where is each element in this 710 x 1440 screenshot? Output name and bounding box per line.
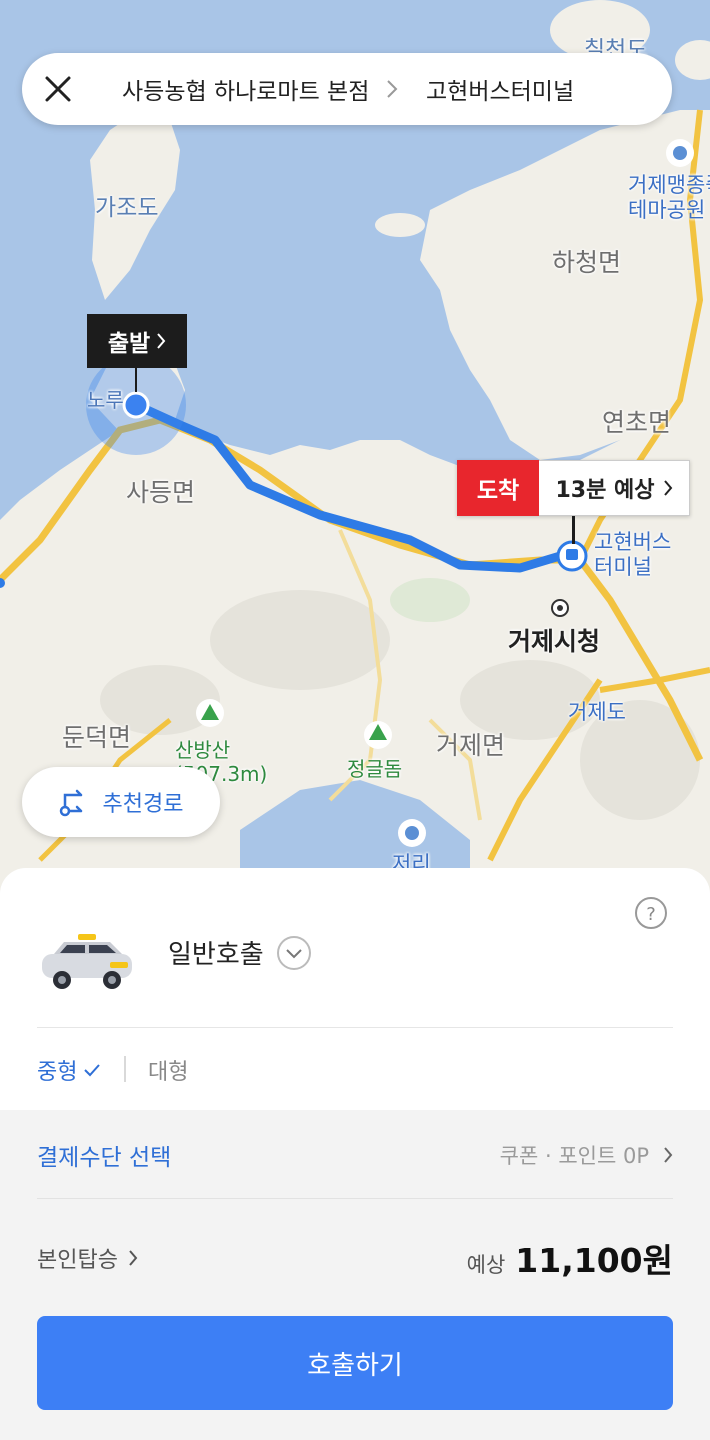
map-label-gajodo: 가조도	[95, 195, 159, 221]
map-label-norupo: 노루	[87, 388, 124, 412]
route-header-bar: 사등농협 하나로마트 본점 고현버스터미널	[22, 53, 672, 125]
self-ride-selector[interactable]: 본인탑승	[37, 1242, 138, 1274]
chevron-right-icon	[157, 333, 166, 349]
coupon-point-info: 쿠폰 · 포인트 0P	[500, 1140, 673, 1170]
close-button[interactable]	[22, 53, 94, 125]
map-label-sadeung: 사등면	[126, 478, 196, 507]
taxi-car-icon	[38, 930, 136, 996]
taxi-call-sheet: ? 일반호출 중형 대형 결제수단 선택 쿠폰 · 포인트 0P 본인탑승 예상…	[0, 868, 710, 1440]
chevron-down-icon	[276, 935, 311, 970]
call-taxi-button[interactable]: 호출하기	[37, 1316, 673, 1410]
start-flag-label: 출발	[107, 331, 151, 357]
recommend-route-button[interactable]: 추천경로	[22, 767, 220, 837]
check-icon	[84, 1064, 101, 1077]
map-label-jeonggeuldom: 정글돔	[347, 757, 403, 781]
coupon-point-text: 쿠폰 · 포인트 0P	[499, 1144, 649, 1168]
service-panel: ? 일반호출 중형 대형	[0, 868, 710, 1110]
close-icon	[45, 76, 71, 102]
start-flag-stem	[135, 368, 137, 392]
payment-method-row[interactable]: 결제수단 선택 쿠폰 · 포인트 0P	[37, 1112, 673, 1199]
divider	[37, 1027, 673, 1028]
service-type-label: 일반호출	[168, 940, 264, 970]
fare-amount: 11,100원	[515, 1241, 673, 1280]
map-label-theme-park: 거제맹종죽 테마공원	[628, 173, 710, 222]
recommend-route-label: 추천경로	[102, 792, 184, 817]
fare-row: 본인탑승 예상 11,100원	[37, 1220, 673, 1296]
map-label-yeoncho: 연초면	[602, 408, 672, 437]
svg-text:?: ?	[646, 904, 656, 925]
help-icon[interactable]: ?	[634, 896, 668, 934]
service-type-selector[interactable]: 일반호출	[168, 934, 312, 971]
map-view[interactable]: 칠천도 가조도 하청면 거제맹종죽 테마공원 연초면 노루 사등면 고현버스 터…	[0, 0, 710, 900]
map-label-dundeok: 둔덕면	[62, 723, 132, 752]
arrival-flag-stem	[572, 516, 575, 544]
size-option-large[interactable]: 대형	[148, 1054, 188, 1086]
origin-field[interactable]: 사등농협 하나로마트 본점	[122, 72, 372, 106]
map-label-bus-terminal: 고현버스 터미널	[594, 530, 672, 579]
fare-prefix: 예상	[466, 1253, 506, 1277]
arrival-label: 도착	[457, 460, 539, 516]
payment-method-label: 결제수단 선택	[37, 1145, 172, 1171]
chevron-right-icon	[664, 1147, 673, 1163]
chevron-right-icon	[372, 79, 412, 99]
destination-field[interactable]: 고현버스터미널	[426, 72, 574, 106]
map-label-geojedo: 거제도	[568, 700, 626, 724]
route-swap-icon	[59, 789, 82, 817]
eta-box: 13분 예상	[539, 460, 690, 516]
size-option-medium[interactable]: 중형	[37, 1054, 101, 1086]
chevron-right-icon	[663, 480, 672, 496]
map-label-geoje-myeon: 거제면	[436, 731, 506, 760]
chevron-right-icon	[129, 1250, 138, 1266]
self-ride-label: 본인탑승	[37, 1248, 118, 1273]
arrival-flag[interactable]: 도착 13분 예상	[457, 460, 690, 516]
map-label-hacheong: 하청면	[552, 248, 622, 277]
estimated-fare: 예상 11,100원	[467, 1234, 673, 1282]
map-label-city-hall: 거제시청	[508, 627, 601, 656]
start-flag[interactable]: 출발	[87, 314, 187, 368]
size-option-medium-label: 중형	[37, 1060, 78, 1085]
divider	[124, 1056, 126, 1082]
eta-text: 13분 예상	[555, 478, 655, 503]
